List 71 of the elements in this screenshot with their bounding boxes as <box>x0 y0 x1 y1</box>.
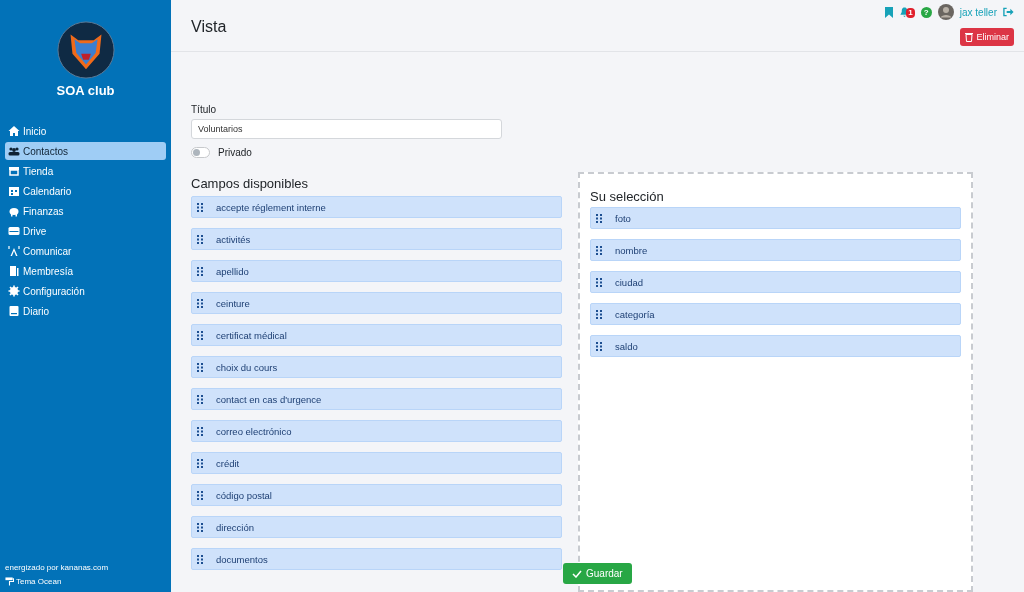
drag-handle-icon <box>197 554 203 564</box>
theme-link[interactable]: Tema Ocean <box>5 577 166 586</box>
private-toggle[interactable] <box>191 147 210 158</box>
drag-handle-icon <box>197 490 203 500</box>
gear-icon <box>8 285 20 297</box>
field-item[interactable]: contact en cas d'urgence <box>191 388 562 410</box>
field-item[interactable]: nombre <box>590 239 961 261</box>
drag-handle-icon <box>596 341 602 351</box>
notification-badge: 1 <box>906 8 915 18</box>
drag-handle-icon <box>197 394 203 404</box>
drag-handle-icon <box>596 245 602 255</box>
field-item[interactable]: accepte réglement interne <box>191 196 562 218</box>
sidebar-item[interactable]: Configuración <box>5 282 166 300</box>
bear-logo-icon <box>56 21 115 79</box>
page-title: Vista <box>191 18 227 37</box>
private-label: Privado <box>218 147 252 158</box>
book-icon <box>8 305 20 317</box>
antenna-icon <box>8 245 20 257</box>
sidebar-item[interactable]: Drive <box>5 222 166 240</box>
sidebar-item[interactable]: Inicio <box>5 122 166 140</box>
field-item[interactable]: ciudad <box>590 271 961 293</box>
field-item[interactable]: saldo <box>590 335 961 357</box>
field-item[interactable]: dirección <box>191 516 562 538</box>
title-input[interactable]: Voluntarios <box>191 119 502 139</box>
sidebar-item[interactable]: Tienda <box>5 162 166 180</box>
drag-handle-icon <box>197 426 203 436</box>
trash-icon <box>965 32 974 42</box>
selection-heading: Su selección <box>590 189 665 204</box>
store-icon <box>8 165 20 177</box>
drag-handle-icon <box>197 234 203 244</box>
avatar[interactable] <box>937 4 954 20</box>
field-item[interactable]: foto <box>590 207 961 229</box>
field-item[interactable]: crédit <box>191 452 562 474</box>
calendar-icon <box>8 185 20 197</box>
home-icon <box>8 125 20 137</box>
door-icon <box>8 265 20 277</box>
drag-handle-icon <box>596 277 602 287</box>
drag-handle-icon <box>596 309 602 319</box>
drag-handle-icon <box>197 330 203 340</box>
drag-handle-icon <box>197 458 203 468</box>
delete-button[interactable]: Eliminar <box>960 28 1014 46</box>
field-item[interactable]: ceinture <box>191 292 562 314</box>
bookmark-icon[interactable] <box>885 6 894 18</box>
field-item[interactable]: activités <box>191 228 562 250</box>
drag-handle-icon <box>596 213 602 223</box>
drag-handle-icon <box>197 362 203 372</box>
field-item[interactable]: correo electrónico <box>191 420 562 442</box>
powered-by-text: energizado por kananas.com <box>5 563 110 572</box>
field-item[interactable]: choix du cours <box>191 356 562 378</box>
field-item[interactable]: apellido <box>191 260 562 282</box>
field-item[interactable]: certificat médical <box>191 324 562 346</box>
available-fields-heading: Campos disponibles <box>191 176 310 191</box>
field-item[interactable]: categoría <box>590 303 961 325</box>
drag-handle-icon <box>197 298 203 308</box>
check-icon <box>572 569 582 578</box>
title-label: Título <box>191 104 217 115</box>
field-item[interactable]: código postal <box>191 484 562 506</box>
drag-handle-icon <box>197 266 203 276</box>
drag-handle-icon <box>197 522 203 532</box>
logout-icon[interactable] <box>1003 7 1014 17</box>
drive-icon <box>8 225 20 237</box>
field-item[interactable]: documentos <box>191 548 562 570</box>
drag-handle-icon <box>197 202 203 212</box>
sidebar-item[interactable]: Diario <box>5 302 166 320</box>
sidebar-item[interactable]: Comunicar <box>5 242 166 260</box>
club-name: SOA club <box>56 83 115 98</box>
sidebar-item[interactable]: Finanzas <box>5 202 166 220</box>
paint-roller-icon <box>5 577 14 586</box>
sidebar-item[interactable]: Membresía <box>5 262 166 280</box>
sidebar-item[interactable]: Contactos <box>5 142 166 160</box>
sidebar-item[interactable]: Calendario <box>5 182 166 200</box>
